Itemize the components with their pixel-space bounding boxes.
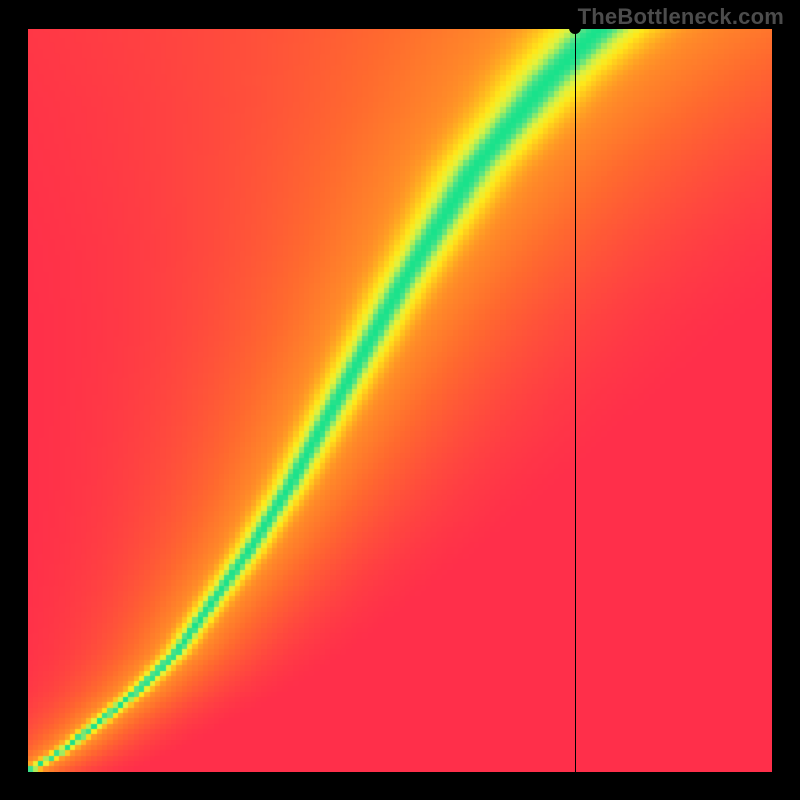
crosshair-vertical	[575, 28, 576, 772]
heatmap-plot	[28, 28, 772, 772]
crosshair-horizontal	[28, 28, 772, 29]
chart-frame: TheBottleneck.com	[0, 0, 800, 800]
data-point-marker	[569, 22, 581, 34]
watermark-text: TheBottleneck.com	[578, 4, 784, 30]
heatmap-canvas	[28, 28, 772, 772]
